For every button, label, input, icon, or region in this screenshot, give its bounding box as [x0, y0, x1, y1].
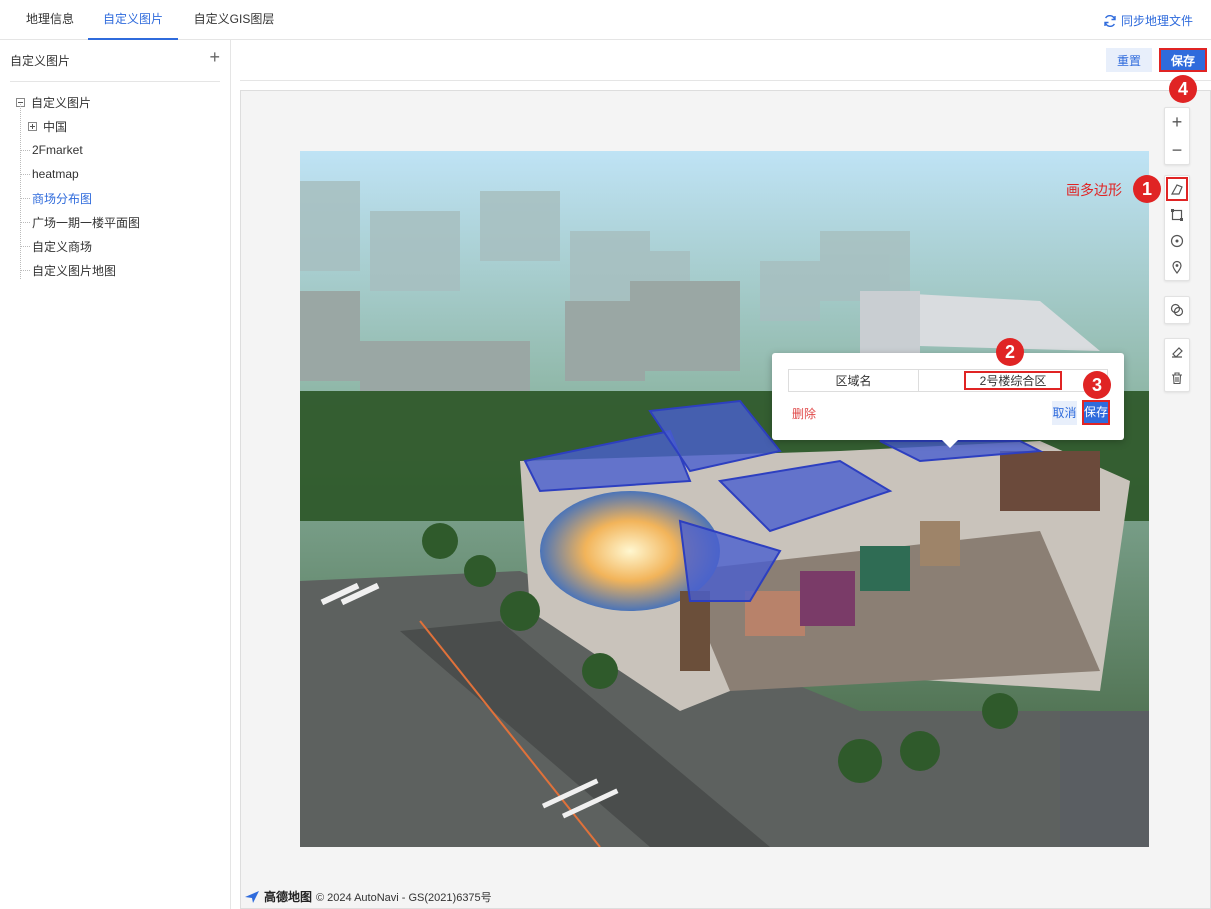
expand-icon[interactable] — [28, 121, 37, 131]
reset-button[interactable]: 重置 — [1106, 48, 1152, 72]
trash-icon[interactable] — [1165, 365, 1189, 391]
top-tabbar: 地理信息 自定义图片 自定义GIS图层 同步地理文件 — [0, 0, 1211, 40]
sync-icon — [1104, 14, 1116, 27]
draw-polygon-icon[interactable] — [1165, 176, 1189, 202]
tree-item-label: 商场分布图 — [32, 191, 93, 206]
step-badge-2: 2 — [996, 338, 1024, 366]
panel-title: 自定义图片 — [10, 54, 71, 68]
mall-illustration — [300, 151, 1149, 847]
tree-item-label: 自定义商场 — [32, 239, 93, 254]
panel-header: 自定义图片 + — [10, 48, 220, 82]
tree-item-label: 中国 — [43, 119, 68, 134]
region-attribute-table: 区域名 2号楼综合区 — [788, 369, 1108, 392]
field-label: 区域名 — [788, 369, 919, 392]
draw-polygon-annotation: 画多边形 — [1066, 182, 1122, 198]
cancel-button[interactable]: 取消 — [1052, 401, 1077, 425]
zoom-out-icon[interactable]: − — [1165, 136, 1189, 164]
zoom-controls: + − — [1164, 107, 1190, 165]
save-button[interactable]: 保存 — [1159, 48, 1207, 72]
tree-item-custom-mall[interactable]: 自定义商场 — [20, 236, 92, 256]
zoom-in-icon[interactable]: + — [1165, 108, 1189, 136]
tree-item-label: 2Fmarket — [32, 143, 83, 157]
field-value-cell: 2号楼综合区 — [918, 369, 1108, 392]
tab-custom-gis-layer[interactable]: 自定义GIS图层 — [192, 0, 276, 40]
mall-aerial-image[interactable] — [300, 151, 1149, 847]
tab-custom-image[interactable]: 自定义图片 — [88, 0, 178, 40]
step-badge-4: 4 — [1169, 75, 1197, 103]
step-badge-1: 1 — [1133, 175, 1161, 203]
main-toolbar: 重置 保存 — [240, 40, 1211, 81]
tree-item-heatmap[interactable]: heatmap — [20, 164, 79, 184]
eraser-icon[interactable] — [1165, 339, 1189, 365]
tree-item-custom-image-map[interactable]: 自定义图片地图 — [20, 260, 116, 280]
tree-item-label: heatmap — [32, 167, 79, 181]
tree-root-label: 自定义图片 — [31, 95, 92, 110]
draw-rectangle-icon[interactable] — [1165, 202, 1189, 228]
edit-tools — [1164, 338, 1190, 392]
tree-item-mall-distribution[interactable]: 商场分布图 — [20, 188, 92, 208]
place-marker-icon[interactable] — [1165, 254, 1189, 280]
overlap-icon[interactable] — [1165, 297, 1189, 323]
tree-item-2fmarket[interactable]: 2Fmarket — [20, 140, 83, 160]
region-edit-popup: 区域名 2号楼综合区 删除 取消 保存 — [772, 353, 1124, 448]
add-icon[interactable]: + — [209, 48, 220, 66]
amap-logo-icon — [245, 890, 259, 903]
tab-geo-info[interactable]: 地理信息 — [24, 0, 76, 40]
tree-item-china[interactable]: 中国 — [28, 116, 67, 136]
attribution-text: © 2024 AutoNavi - GS(2021)6375号 — [316, 891, 492, 904]
region-name-input[interactable]: 2号楼综合区 — [964, 371, 1062, 390]
delete-region-link[interactable]: 删除 — [792, 405, 816, 422]
amap-logo-text: 高德地图 — [264, 890, 313, 904]
draw-circle-icon[interactable] — [1165, 228, 1189, 254]
sync-label: 同步地理文件 — [1120, 14, 1193, 28]
left-panel: 自定义图片 + 自定义图片 中国 2Fmarket heatmap 商场分布图 … — [0, 40, 231, 909]
map-attribution: 高德地图 © 2024 AutoNavi - GS(2021)6375号 — [244, 888, 492, 905]
popup-save-button[interactable]: 保存 — [1082, 400, 1110, 425]
tree-item-plaza-floorplan[interactable]: 广场一期一楼平面图 — [20, 212, 140, 232]
overlap-tool — [1164, 296, 1190, 324]
step-badge-3: 3 — [1083, 371, 1111, 399]
tree-item-label: 自定义图片地图 — [32, 263, 117, 278]
sync-geo-file-button[interactable]: 同步地理文件 — [1103, 12, 1193, 29]
tree-root[interactable]: 自定义图片 — [16, 92, 91, 112]
tree-item-label: 广场一期一楼平面图 — [32, 215, 141, 230]
draw-tools — [1164, 175, 1190, 281]
